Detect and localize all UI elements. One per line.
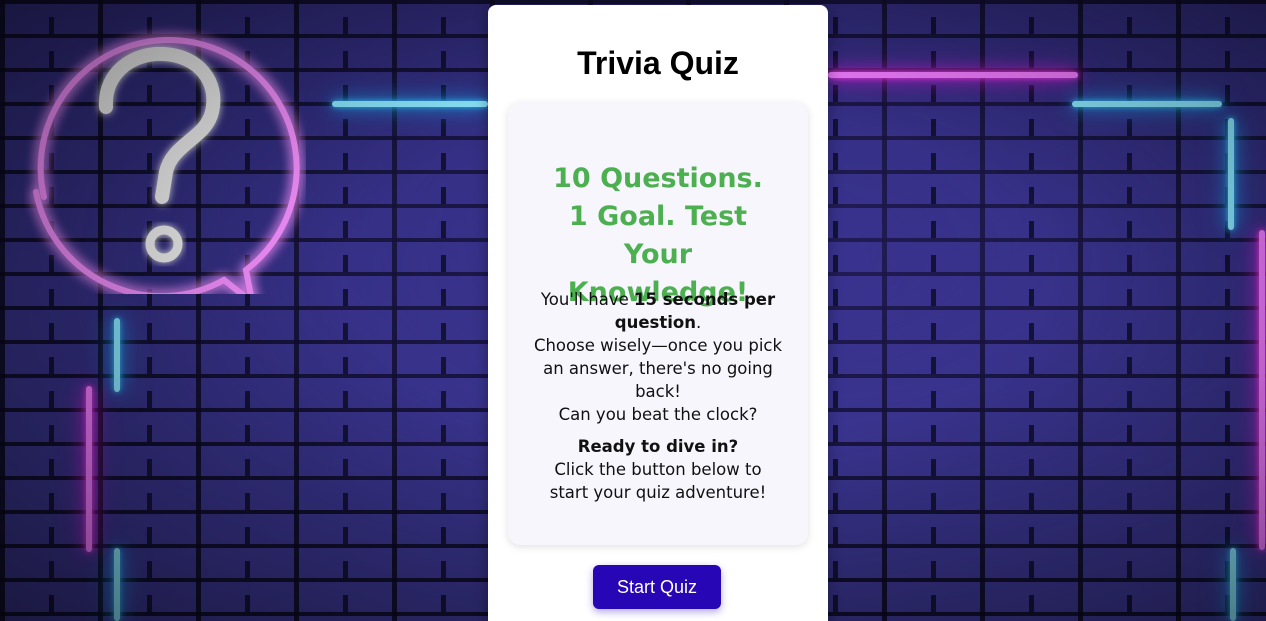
start-quiz-button[interactable]: Start Quiz	[593, 565, 721, 609]
rules-time-limit: 15 seconds per question	[614, 290, 776, 332]
intro-rules: You'll have 15 seconds per question. Cho…	[533, 288, 783, 426]
ready-text: Click the button below to start your qui…	[549, 460, 767, 502]
rules-prefix: You'll have	[540, 290, 634, 309]
rules-choose-wisely: Choose wisely—once you pick an answer, t…	[533, 336, 783, 401]
rules-suffix: .	[695, 313, 702, 332]
intro-call-to-action: Ready to dive in? Click the button below…	[533, 435, 783, 504]
intro-panel: 10 Questions. 1 Goal. Test Your Knowledg…	[508, 102, 808, 545]
quiz-card: Trivia Quiz 10 Questions. 1 Goal. Test Y…	[488, 5, 828, 621]
page-title: Trivia Quiz	[577, 45, 739, 81]
rules-beat-clock: Can you beat the clock?	[558, 405, 758, 424]
ready-heading: Ready to dive in?	[577, 437, 739, 456]
